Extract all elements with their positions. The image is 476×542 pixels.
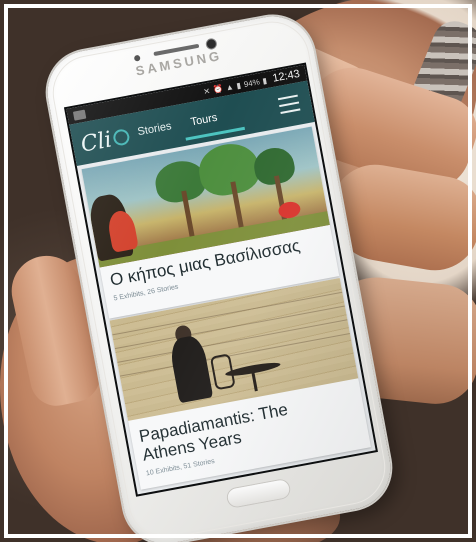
mute-icon: ✕ [202,86,211,97]
wifi-icon: ▲ [224,81,235,92]
logo-o-icon [111,128,131,147]
battery-icon: ▮ [261,75,268,86]
active-tab-indicator [185,126,246,141]
logo-text: Cli [78,127,114,158]
app-logo[interactable]: Cli [78,124,132,158]
alarm-icon: ⏰ [212,83,224,95]
tab-tours[interactable]: Tours [190,112,219,129]
signal-icon: ▮ [235,80,242,90]
hamburger-menu-icon[interactable] [277,94,301,114]
tab-stories[interactable]: Stories [137,120,173,138]
notification-icon [72,109,87,121]
battery-percent: 94% [242,76,261,89]
photo-scene: SAMSUNG ✕ ⏰ ▲ ▮ 94% ▮ 12:43 Cli Stories … [0,0,476,542]
